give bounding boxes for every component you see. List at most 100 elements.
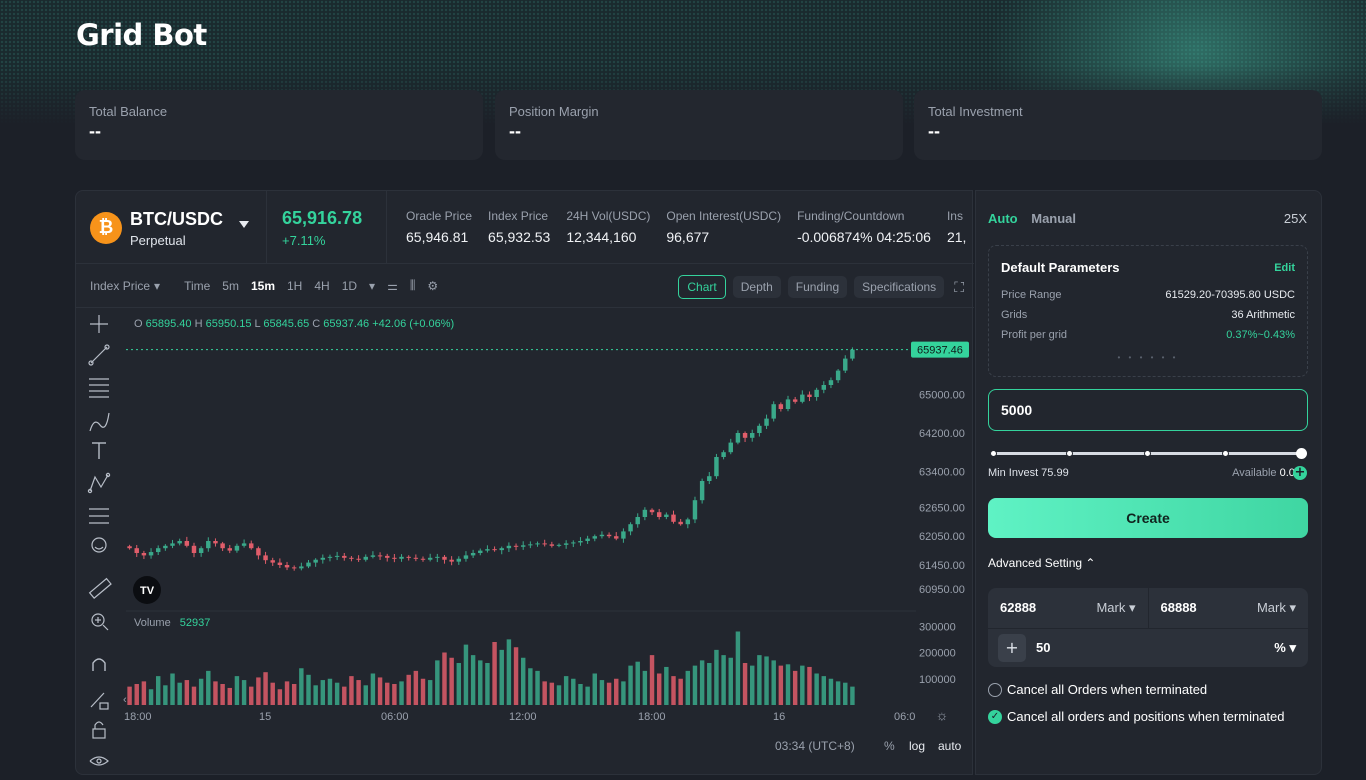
interval-1d[interactable]: 1D (342, 279, 357, 293)
interval-15m[interactable]: 15m (251, 279, 275, 293)
lower-price-source-select[interactable]: Mark ▾ (1096, 588, 1135, 628)
plus-icon[interactable]: + (998, 634, 1026, 662)
tab-funding[interactable]: Funding (787, 276, 848, 298)
candle-body (356, 558, 361, 560)
candle-body (764, 418, 769, 426)
candle-body (814, 389, 819, 397)
volume-bar (585, 686, 590, 705)
candle-body (241, 543, 247, 546)
carousel-pager[interactable]: • • • • • • (989, 353, 1307, 362)
pair-dropdown-icon[interactable] (239, 221, 249, 228)
param-row-grids: Grids 36 Arithmetic (1001, 309, 1295, 321)
tab-auto[interactable]: Auto (988, 211, 1018, 226)
candle-type-icon[interactable]: ⫼ (410, 278, 416, 293)
y-tick-label: 60950.00 (919, 584, 965, 596)
investment-slider[interactable] (990, 448, 1307, 459)
tab-manual[interactable]: Manual (1031, 211, 1076, 226)
interval-1h[interactable]: 1H (287, 279, 302, 293)
radio-unchecked-icon[interactable] (988, 682, 1002, 697)
cancel-positions-option[interactable]: ✓ Cancel all orders and positions when t… (988, 709, 1285, 724)
tab-specifications[interactable]: Specifications (854, 276, 945, 298)
stat-value: 65,932.53 (488, 229, 551, 245)
candle-body (742, 433, 748, 438)
volume-bar (284, 681, 290, 705)
volume-bar (785, 664, 791, 705)
caret-down-icon[interactable]: ▾ (369, 279, 375, 293)
auto-scale-toggle[interactable]: auto (938, 739, 962, 753)
slider-stop[interactable] (1144, 450, 1151, 457)
candle-body (299, 566, 304, 569)
interval-time[interactable]: Time (184, 279, 210, 293)
candle-body (349, 557, 354, 559)
leverage-select[interactable]: 25X (1284, 211, 1307, 226)
volume-bar (556, 685, 562, 705)
upper-price-field[interactable]: 68888 Mark ▾ (1147, 588, 1309, 628)
stat-value: 96,677 (666, 229, 710, 245)
candle-body (757, 425, 762, 433)
volume-bar (177, 682, 182, 705)
indicator-settings-icon[interactable]: ⚌ (387, 279, 398, 293)
volume-bar (249, 686, 254, 705)
candle-body (449, 559, 454, 562)
open-interest-stat: Open Interest(USDC) 96,677 (666, 209, 781, 245)
volume-bar (664, 666, 669, 705)
volume-bar (392, 684, 397, 705)
slider-stop[interactable] (990, 450, 997, 457)
slider-stop[interactable] (1066, 450, 1073, 457)
volume-bar (170, 673, 175, 705)
y-tick-label: 64200.00 (919, 428, 965, 440)
checkmark-icon[interactable]: ✓ (988, 709, 1002, 724)
param-value: 36 Arithmetic (1231, 309, 1295, 321)
lower-price-field[interactable]: 62888 Mark ▾ (988, 588, 1148, 628)
stat-value: -- (89, 121, 101, 141)
candle-body (313, 559, 318, 563)
candle-body (850, 349, 855, 359)
fullscreen-icon[interactable]: ⛶ (954, 279, 964, 296)
default-parameters-card: Default Parameters Edit Price Range 6152… (988, 245, 1308, 377)
stat-label: Position Margin (509, 104, 599, 119)
x-axis[interactable]: 18:00 15 06:00 12:00 18:00 16 06:0 (124, 711, 915, 723)
interval-5m[interactable]: 5m (222, 279, 239, 293)
tab-chart[interactable]: Chart (678, 275, 726, 299)
candle-body (528, 544, 533, 546)
y-tick-label: 65000.00 (919, 390, 965, 402)
percent-unit-select[interactable]: % ▾ (1274, 640, 1296, 656)
log-scale-toggle[interactable]: log (909, 739, 925, 753)
slider-stop[interactable] (1222, 450, 1229, 457)
create-button[interactable]: Create (988, 498, 1308, 538)
advanced-setting-toggle[interactable]: Advanced Setting ⌃ (988, 556, 1095, 570)
volume-bar (155, 676, 161, 705)
pair-type: Perpetual (130, 233, 186, 248)
volume-bar (299, 668, 304, 705)
candle-body (599, 534, 605, 537)
candle-body (413, 557, 419, 559)
volume-label: Volume (134, 617, 171, 629)
gear-icon[interactable]: ⚙ (427, 279, 438, 293)
volume-tick-label: 100000 (919, 674, 956, 686)
percent-value[interactable]: 50 (1036, 640, 1050, 655)
ohlc-c-key: C (312, 318, 320, 330)
chart-settings-icon[interactable]: ☼ (936, 707, 949, 723)
candle-body (678, 521, 683, 525)
y-axis[interactable]: 65000.00 64200.00 63400.00 62650.00 62050.00… (919, 390, 965, 596)
stat-value: -- (928, 121, 940, 141)
candle-body (141, 553, 147, 556)
tab-depth[interactable]: Depth (732, 276, 781, 298)
volume-bar (184, 680, 190, 705)
upper-price-source-select[interactable]: Mark ▾ (1257, 588, 1296, 628)
deposit-plus-icon[interactable]: + (1293, 466, 1307, 480)
edit-parameters-link[interactable]: Edit (1274, 262, 1295, 274)
slider-handle[interactable] (1296, 448, 1307, 459)
candle-body (234, 545, 240, 551)
cancel-positions-label: Cancel all orders and positions when ter… (1007, 709, 1285, 724)
interval-4h[interactable]: 4H (314, 279, 329, 293)
pair-name[interactable]: BTC/USDC (130, 209, 223, 230)
investment-input[interactable] (988, 389, 1308, 431)
candlestick-chart[interactable]: 65937.46 65000.00 64200.00 63400.00 62650.0… (76, 309, 974, 774)
scroll-left-icon[interactable]: ‹ (123, 694, 127, 706)
percent-scale-toggle[interactable]: % (884, 739, 895, 753)
volume-stat: 24H Vol(USDC) 12,344,160 (566, 209, 650, 245)
cancel-orders-option[interactable]: Cancel all Orders when terminated (988, 682, 1207, 697)
x-tick-label: 16 (773, 711, 785, 723)
price-type-select[interactable]: Index Price ▾ (90, 279, 172, 293)
